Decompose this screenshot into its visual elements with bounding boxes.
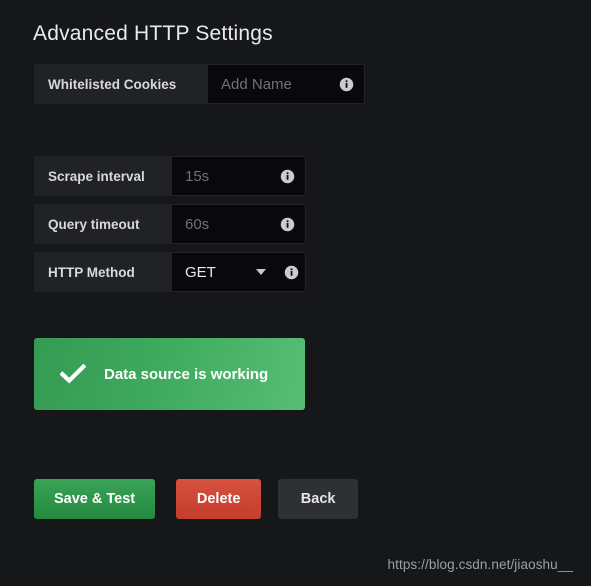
info-circle-icon[interactable] [280, 169, 295, 184]
save-and-test-button[interactable]: Save & Test [34, 479, 156, 519]
whitelisted-cookies-label: Whitelisted Cookies [34, 64, 208, 104]
whitelisted-cookies-field[interactable]: Add Name [208, 64, 365, 104]
scrape-interval-row: Scrape interval 15s [34, 156, 306, 196]
alert-message: Data source is working [104, 365, 269, 383]
chevron-down-icon[interactable] [256, 269, 266, 275]
scrape-interval-input[interactable]: 15s [185, 168, 274, 185]
watermark-url: https://blog.csdn.net/jiaoshu__ [387, 557, 573, 572]
info-circle-icon[interactable] [339, 77, 354, 92]
query-timeout-label: Query timeout [34, 204, 172, 244]
query-timeout-row: Query timeout 60s [34, 204, 306, 244]
query-timeout-input[interactable]: 60s [185, 216, 274, 233]
http-method-select[interactable]: GET [172, 252, 306, 292]
page-title: Advanced HTTP Settings [33, 22, 273, 45]
info-circle-icon[interactable] [284, 265, 299, 280]
info-circle-icon[interactable] [280, 217, 295, 232]
whitelisted-cookies-row: Whitelisted Cookies Add Name [34, 64, 365, 104]
http-method-label: HTTP Method [34, 252, 172, 292]
scrape-interval-field[interactable]: 15s [172, 156, 306, 196]
whitelisted-cookies-input[interactable]: Add Name [221, 76, 333, 93]
advanced-http-settings-page: Advanced HTTP Settings Whitelisted Cooki… [0, 0, 591, 586]
form-actions: Save & Test Delete Back [34, 479, 359, 519]
http-method-row: HTTP Method GET [34, 252, 306, 292]
delete-button[interactable]: Delete [176, 479, 262, 519]
http-method-selected-value[interactable]: GET [185, 264, 256, 281]
query-timeout-field[interactable]: 60s [172, 204, 306, 244]
back-button[interactable]: Back [278, 479, 359, 519]
check-icon [59, 363, 87, 384]
scrape-interval-label: Scrape interval [34, 156, 172, 196]
status-badge: Data source is working [34, 338, 305, 410]
